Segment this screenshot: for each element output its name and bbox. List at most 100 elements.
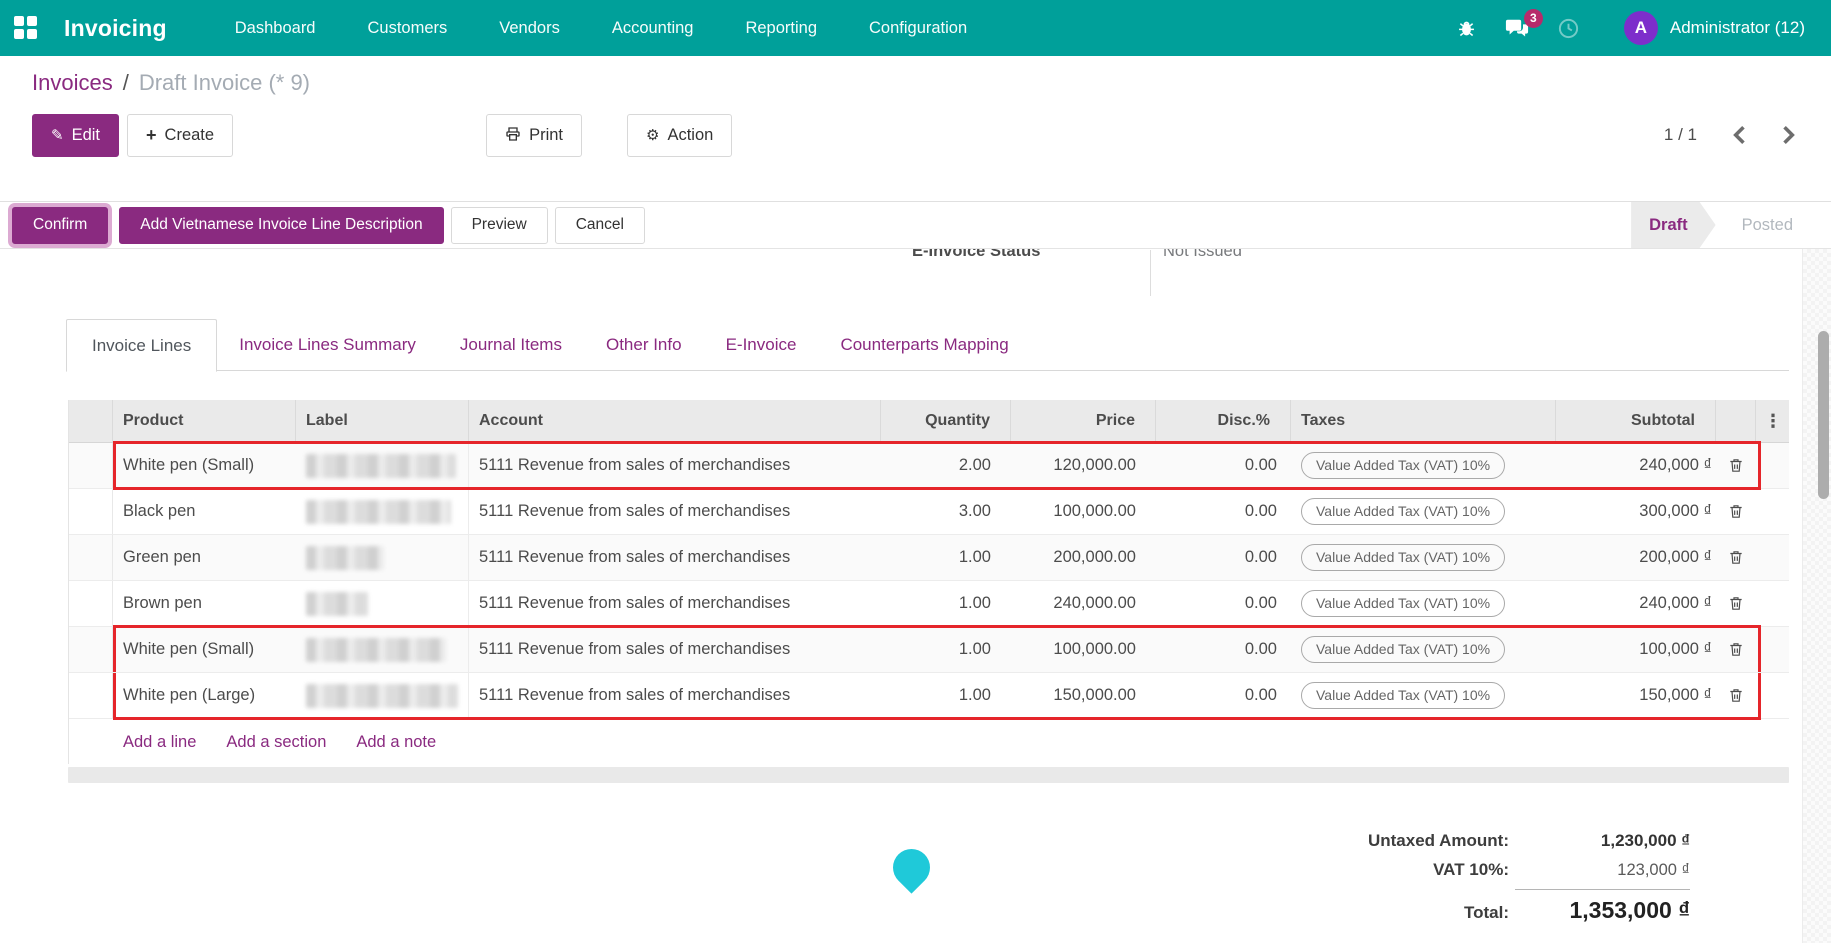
tab-other-info[interactable]: Other Info bbox=[584, 319, 704, 371]
cell-product[interactable]: Black pen bbox=[113, 489, 296, 534]
cell-label[interactable] bbox=[296, 627, 469, 672]
add-vietnamese-description-button[interactable]: Add Vietnamese Invoice Line Description bbox=[119, 207, 443, 244]
menu-item-customers[interactable]: Customers bbox=[368, 19, 448, 38]
action-button[interactable]: ⚙ Action bbox=[627, 114, 732, 157]
tax-pill[interactable]: Value Added Tax (VAT) 10% bbox=[1301, 682, 1505, 709]
delete-line-icon[interactable] bbox=[1716, 673, 1756, 718]
create-button[interactable]: + Create bbox=[127, 114, 233, 157]
header-label[interactable]: Label bbox=[296, 400, 469, 442]
cell-account[interactable]: 5111 Revenue from sales of merchandises bbox=[469, 673, 881, 718]
cell-price[interactable]: 120,000.00 bbox=[1011, 443, 1156, 488]
cell-discount[interactable]: 0.00 bbox=[1156, 673, 1291, 718]
cell-price[interactable]: 200,000.00 bbox=[1011, 535, 1156, 580]
cell-taxes[interactable]: Value Added Tax (VAT) 10% bbox=[1291, 627, 1556, 672]
tab-invoice-lines-summary[interactable]: Invoice Lines Summary bbox=[217, 319, 438, 371]
cell-price[interactable]: 100,000.00 bbox=[1011, 627, 1156, 672]
cell-label[interactable] bbox=[296, 673, 469, 718]
header-quantity[interactable]: Quantity bbox=[881, 400, 1011, 442]
messages-icon[interactable]: 3 bbox=[1505, 18, 1529, 39]
user-menu[interactable]: A Administrator (12) bbox=[1624, 11, 1805, 45]
tax-pill[interactable]: Value Added Tax (VAT) 10% bbox=[1301, 452, 1505, 479]
cell-account[interactable]: 5111 Revenue from sales of merchandises bbox=[469, 489, 881, 534]
cell-quantity[interactable]: 1.00 bbox=[881, 535, 1011, 580]
cell-label[interactable] bbox=[296, 535, 469, 580]
row-drag-handle[interactable] bbox=[69, 581, 113, 626]
vertical-scrollbar-thumb[interactable] bbox=[1818, 331, 1829, 499]
cell-taxes[interactable]: Value Added Tax (VAT) 10% bbox=[1291, 443, 1556, 488]
menu-item-reporting[interactable]: Reporting bbox=[745, 19, 817, 38]
vertical-scrollbar-track[interactable] bbox=[1802, 249, 1831, 943]
row-drag-handle[interactable] bbox=[69, 489, 113, 534]
header-account[interactable]: Account bbox=[469, 400, 881, 442]
header-price[interactable]: Price bbox=[1011, 400, 1156, 442]
tax-pill[interactable]: Value Added Tax (VAT) 10% bbox=[1301, 636, 1505, 663]
preview-button[interactable]: Preview bbox=[451, 207, 548, 244]
cell-discount[interactable]: 0.00 bbox=[1156, 627, 1291, 672]
cell-product[interactable]: White pen (Small) bbox=[113, 443, 296, 488]
cell-label[interactable] bbox=[296, 443, 469, 488]
delete-line-icon[interactable] bbox=[1716, 581, 1756, 626]
cell-quantity[interactable]: 1.00 bbox=[881, 581, 1011, 626]
menu-item-configuration[interactable]: Configuration bbox=[869, 19, 967, 38]
column-options-kebab-icon[interactable]: ⋮ bbox=[1756, 400, 1790, 442]
delete-line-icon[interactable] bbox=[1716, 627, 1756, 672]
cell-account[interactable]: 5111 Revenue from sales of merchandises bbox=[469, 627, 881, 672]
tax-pill[interactable]: Value Added Tax (VAT) 10% bbox=[1301, 590, 1505, 617]
header-product[interactable]: Product bbox=[113, 400, 296, 442]
row-drag-handle[interactable] bbox=[69, 627, 113, 672]
cell-account[interactable]: 5111 Revenue from sales of merchandises bbox=[469, 443, 881, 488]
delete-line-icon[interactable] bbox=[1716, 535, 1756, 580]
cell-taxes[interactable]: Value Added Tax (VAT) 10% bbox=[1291, 673, 1556, 718]
cell-product[interactable]: Green pen bbox=[113, 535, 296, 580]
delete-line-icon[interactable] bbox=[1716, 443, 1756, 488]
header-discount[interactable]: Disc.% bbox=[1156, 400, 1291, 442]
cell-taxes[interactable]: Value Added Tax (VAT) 10% bbox=[1291, 581, 1556, 626]
tax-pill[interactable]: Value Added Tax (VAT) 10% bbox=[1301, 544, 1505, 571]
cell-quantity[interactable]: 2.00 bbox=[881, 443, 1011, 488]
cell-discount[interactable]: 0.00 bbox=[1156, 535, 1291, 580]
invoice-line-row[interactable]: White pen (Small) 5111 Revenue from sales… bbox=[69, 443, 1789, 489]
avatar[interactable]: A bbox=[1624, 11, 1658, 45]
cell-price[interactable]: 240,000.00 bbox=[1011, 581, 1156, 626]
pager-previous-icon[interactable] bbox=[1731, 125, 1747, 145]
tab-journal-items[interactable]: Journal Items bbox=[438, 319, 584, 371]
cell-account[interactable]: 5111 Revenue from sales of merchandises bbox=[469, 581, 881, 626]
tab-e-invoice[interactable]: E-Invoice bbox=[704, 319, 819, 371]
status-posted[interactable]: Posted bbox=[1736, 202, 1799, 248]
app-name[interactable]: Invoicing bbox=[64, 15, 167, 42]
invoice-line-row[interactable]: White pen (Large)5111 Revenue from sales… bbox=[69, 673, 1789, 719]
cell-taxes[interactable]: Value Added Tax (VAT) 10% bbox=[1291, 489, 1556, 534]
add-a-section-link[interactable]: Add a section bbox=[226, 733, 326, 752]
print-button[interactable]: Print bbox=[486, 114, 582, 157]
cell-account[interactable]: 5111 Revenue from sales of merchandises bbox=[469, 535, 881, 580]
cell-price[interactable]: 100,000.00 bbox=[1011, 489, 1156, 534]
invoice-line-row[interactable]: White pen (Small) 5111 Revenue from sales… bbox=[69, 627, 1789, 673]
add-a-line-link[interactable]: Add a line bbox=[123, 733, 196, 752]
edit-button[interactable]: ✎ Edit bbox=[32, 114, 119, 157]
cell-quantity[interactable]: 1.00 bbox=[881, 627, 1011, 672]
invoice-line-row[interactable]: Black pen 5111 Revenue from sales of merc… bbox=[69, 489, 1789, 535]
invoice-line-row[interactable]: Green pen 5111 Revenue from sales of merc… bbox=[69, 535, 1789, 581]
cell-product[interactable]: Brown pen bbox=[113, 581, 296, 626]
cell-label[interactable] bbox=[296, 581, 469, 626]
menu-item-dashboard[interactable]: Dashboard bbox=[235, 19, 316, 38]
tab-invoice-lines[interactable]: Invoice Lines bbox=[66, 319, 217, 372]
pager-next-icon[interactable] bbox=[1781, 125, 1797, 145]
invoice-line-row[interactable]: Brown pen 5111 Revenue from sales of merc… bbox=[69, 581, 1789, 627]
cell-taxes[interactable]: Value Added Tax (VAT) 10% bbox=[1291, 535, 1556, 580]
debug-bug-icon[interactable] bbox=[1456, 18, 1477, 39]
cell-label[interactable] bbox=[296, 489, 469, 534]
menu-item-accounting[interactable]: Accounting bbox=[612, 19, 694, 38]
apps-menu-icon[interactable] bbox=[14, 16, 38, 40]
delete-line-icon[interactable] bbox=[1716, 489, 1756, 534]
cell-price[interactable]: 150,000.00 bbox=[1011, 673, 1156, 718]
cell-product[interactable]: White pen (Small) bbox=[113, 627, 296, 672]
cell-quantity[interactable]: 1.00 bbox=[881, 673, 1011, 718]
activities-clock-icon[interactable] bbox=[1557, 17, 1580, 40]
status-draft[interactable]: Draft bbox=[1631, 202, 1716, 248]
cancel-button[interactable]: Cancel bbox=[555, 207, 645, 244]
cell-discount[interactable]: 0.00 bbox=[1156, 443, 1291, 488]
tab-counterparts-mapping[interactable]: Counterparts Mapping bbox=[818, 319, 1030, 371]
menu-item-vendors[interactable]: Vendors bbox=[499, 19, 560, 38]
header-subtotal[interactable]: Subtotal bbox=[1556, 400, 1716, 442]
